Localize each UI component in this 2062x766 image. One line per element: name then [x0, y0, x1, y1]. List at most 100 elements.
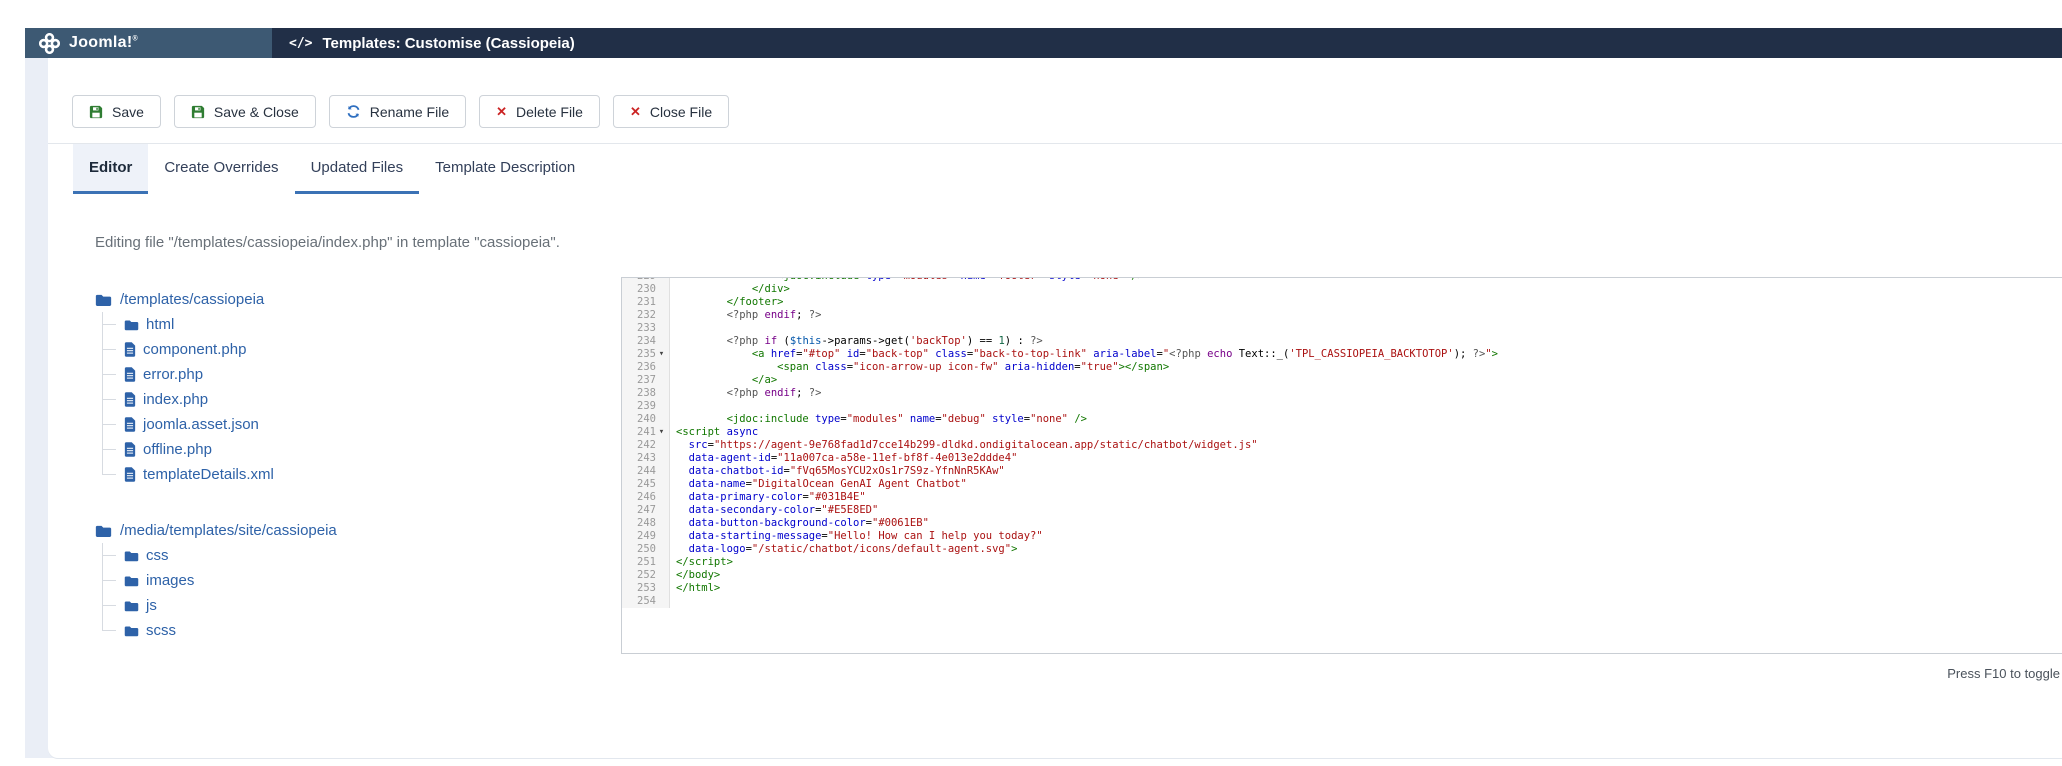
code-line[interactable]: 253</html>: [622, 582, 2062, 595]
code-line[interactable]: 250 data-logo="/static/chatbot/icons/def…: [622, 543, 2062, 556]
tree-item-folder[interactable]: css: [102, 543, 621, 568]
tab-bar: Editor Create Overrides Updated Files Te…: [48, 144, 2062, 194]
code-line[interactable]: 230 </div>: [622, 283, 2062, 296]
line-number: 237: [622, 374, 670, 387]
file-icon: [124, 442, 136, 457]
tree-item-file[interactable]: index.php: [102, 387, 621, 412]
tree-item-file[interactable]: offline.php: [102, 437, 621, 462]
line-number: 254: [622, 595, 670, 608]
tree-root-folder[interactable]: /media/templates/site/cassiopeia: [95, 518, 621, 543]
tab-updated-files[interactable]: Updated Files: [295, 144, 420, 194]
tree-item-folder[interactable]: js: [102, 593, 621, 618]
code-line[interactable]: 239: [622, 400, 2062, 413]
code-line[interactable]: 241▾<script async: [622, 426, 2062, 439]
tab-create-overrides[interactable]: Create Overrides: [148, 144, 294, 194]
line-number: 245: [622, 478, 670, 491]
line-number: 253: [622, 582, 670, 595]
folder-icon: [124, 550, 139, 562]
line-number: 244: [622, 465, 670, 478]
code-lines: 229 <jdoc:include type="modules" name="f…: [622, 277, 2062, 608]
page-background: Save Save & Close Rename File ✕ Delete F…: [25, 58, 2062, 758]
code-line[interactable]: 238 <?php endif; ?>: [622, 387, 2062, 400]
joomla-logo-icon: [39, 33, 60, 54]
code-line[interactable]: 248 data-button-background-color="#0061E…: [622, 517, 2062, 530]
save-and-close-button[interactable]: Save & Close: [174, 95, 316, 128]
line-number: 248: [622, 517, 670, 530]
line-number: 247: [622, 504, 670, 517]
code-icon: </>: [289, 36, 312, 51]
folder-icon: [124, 600, 139, 612]
line-number: 246: [622, 491, 670, 504]
top-navbar: Joomla!® </> Templates: Customise (Cassi…: [25, 28, 2062, 58]
page-title: Templates: Customise (Cassiopeia): [322, 35, 574, 52]
tree-item-folder[interactable]: images: [102, 568, 621, 593]
tree-item-folder[interactable]: html: [102, 312, 621, 337]
code-line[interactable]: 232 <?php endif; ?>: [622, 309, 2062, 322]
code-line[interactable]: 231 </footer>: [622, 296, 2062, 309]
editing-file-note: Editing file "/templates/cassiopeia/inde…: [95, 234, 2062, 251]
sync-icon: [346, 104, 361, 119]
delete-file-button[interactable]: ✕ Delete File: [479, 95, 600, 128]
code-line[interactable]: 235▾ <a href="#top" id="back-top" class=…: [622, 348, 2062, 361]
code-line[interactable]: 249 data-starting-message="Hello! How ca…: [622, 530, 2062, 543]
code-line[interactable]: 247 data-secondary-color="#E5E8ED": [622, 504, 2062, 517]
fullscreen-hint: Press F10 to toggle: [621, 666, 2062, 681]
fold-arrow-icon[interactable]: ▾: [656, 348, 667, 361]
code-line[interactable]: 236 <span class="icon-arrow-up icon-fw" …: [622, 361, 2062, 374]
line-number: 239: [622, 400, 670, 413]
line-number: 250: [622, 543, 670, 556]
file-icon: [124, 392, 136, 407]
line-number: 235▾: [622, 348, 670, 361]
tab-template-description[interactable]: Template Description: [419, 144, 591, 194]
folder-icon: [124, 575, 139, 587]
code-line[interactable]: 246 data-primary-color="#031B4E": [622, 491, 2062, 504]
line-number: 230: [622, 283, 670, 296]
code-line[interactable]: 251</script>: [622, 556, 2062, 569]
tree-item-file[interactable]: component.php: [102, 337, 621, 362]
content-card: Save Save & Close Rename File ✕ Delete F…: [48, 58, 2062, 758]
code-line[interactable]: 242 src="https://agent-9e768fad1d7cce14b…: [622, 439, 2062, 452]
x-icon: ✕: [496, 105, 507, 118]
tree-item-folder[interactable]: scss: [102, 618, 621, 643]
line-number: 232: [622, 309, 670, 322]
file-icon: [124, 342, 136, 357]
folder-icon: [95, 293, 112, 307]
line-number: 251: [622, 556, 670, 569]
tree-root-label: /media/templates/site/cassiopeia: [120, 522, 337, 539]
code-line[interactable]: 237 </a>: [622, 374, 2062, 387]
file-icon: [124, 467, 136, 482]
code-line[interactable]: 244 data-chatbot-id="fVq65MosYCU2xOs1r7S…: [622, 465, 2062, 478]
file-tree: /templates/cassiopeia html component.php…: [95, 287, 621, 681]
save-icon: [89, 105, 103, 119]
fold-arrow-icon[interactable]: ▾: [656, 426, 667, 439]
joomla-logo[interactable]: Joomla!®: [25, 28, 272, 58]
close-file-button[interactable]: ✕ Close File: [613, 95, 729, 128]
tree-item-file[interactable]: templateDetails.xml: [102, 462, 621, 487]
code-line[interactable]: 233: [622, 322, 2062, 335]
file-icon: [124, 367, 136, 382]
code-line[interactable]: 254: [622, 595, 2062, 608]
tree-section-templates: /templates/cassiopeia html component.php…: [95, 287, 621, 487]
tree-root-folder[interactable]: /templates/cassiopeia: [95, 287, 621, 312]
tree-item-file[interactable]: error.php: [102, 362, 621, 387]
line-number: 238: [622, 387, 670, 400]
code-line[interactable]: 252</body>: [622, 569, 2062, 582]
save-button[interactable]: Save: [72, 95, 161, 128]
tree-item-file[interactable]: joomla.asset.json: [102, 412, 621, 437]
code-editor[interactable]: 229 <jdoc:include type="modules" name="f…: [621, 277, 2062, 654]
tab-editor[interactable]: Editor: [73, 144, 148, 194]
tree-section-media: /media/templates/site/cassiopeia css ima…: [95, 518, 621, 643]
line-number: 249: [622, 530, 670, 543]
code-line[interactable]: 243 data-agent-id="11a007ca-a58e-11ef-bf…: [622, 452, 2062, 465]
code-line[interactable]: 234 <?php if ($this->params->get('backTo…: [622, 335, 2062, 348]
toolbar: Save Save & Close Rename File ✕ Delete F…: [48, 58, 2062, 144]
code-line[interactable]: 245 data-name="DigitalOcean GenAI Agent …: [622, 478, 2062, 491]
x-icon: ✕: [630, 105, 641, 118]
line-number: 242: [622, 439, 670, 452]
code-line[interactable]: 240 <jdoc:include type="modules" name="d…: [622, 413, 2062, 426]
line-number: 243: [622, 452, 670, 465]
rename-file-button[interactable]: Rename File: [329, 95, 466, 128]
line-number: 233: [622, 322, 670, 335]
line-number: 241▾: [622, 426, 670, 439]
joomla-logo-text: Joomla!®: [69, 34, 138, 52]
